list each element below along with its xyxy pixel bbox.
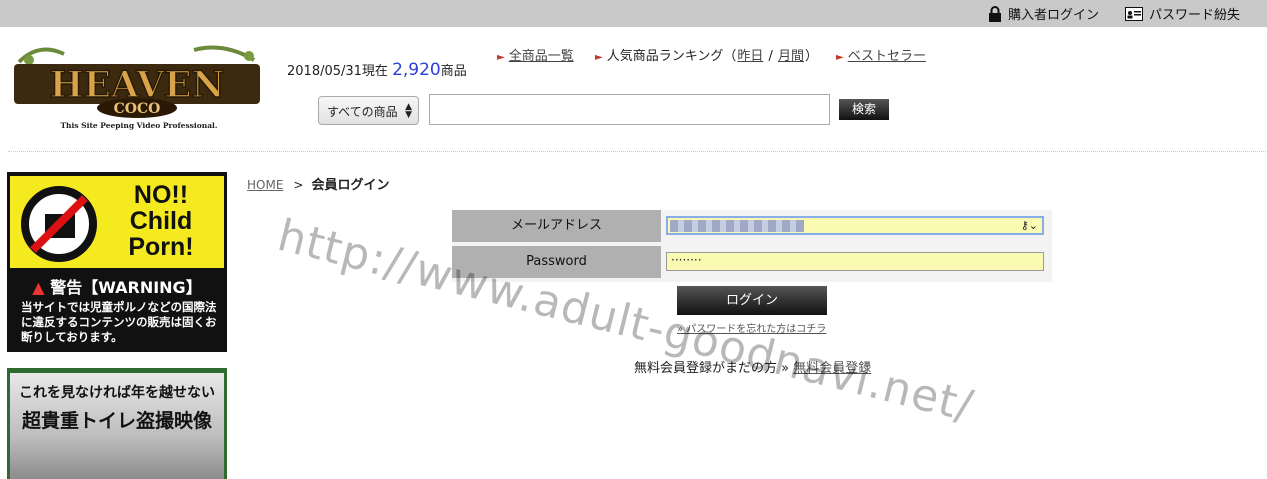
nav-all-products[interactable]: ► 全商品一覧 bbox=[497, 45, 574, 64]
prohibited-icon bbox=[21, 186, 97, 262]
warning-title-text: 警告【WARNING】 bbox=[50, 278, 202, 297]
bestseller-link[interactable]: ベストセラー bbox=[848, 49, 926, 64]
arrow-icon: ► bbox=[497, 52, 505, 63]
search-input[interactable] bbox=[429, 94, 830, 125]
breadcrumb-separator: > bbox=[293, 178, 304, 192]
site-logo[interactable]: HEAVEN COCO This Site Peeping Video Prof… bbox=[14, 42, 264, 132]
register-link[interactable]: 無料会員登録 bbox=[793, 361, 871, 376]
email-label: メールアドレス bbox=[452, 210, 661, 242]
count-number: 2,920 bbox=[392, 60, 441, 80]
product-count: 2018/05/31現在 2,920商品 bbox=[287, 60, 467, 80]
count-date: 2018/05/31現在 bbox=[287, 64, 388, 79]
register-prompt: 無料会員登録がまだの方 » 無料会員登録 bbox=[634, 357, 871, 376]
warning-title: ▲ 警告【WARNING】 bbox=[7, 274, 227, 298]
warning-text: 当サイトでは児童ポルノなどの国際法に違反するコンテンツの販売は固くお断りしており… bbox=[21, 300, 217, 344]
id-card-icon bbox=[1125, 6, 1143, 21]
ranking-yesterday-link[interactable]: 昨日 bbox=[737, 49, 763, 64]
buyer-login-link[interactable]: 購入者ログイン bbox=[988, 4, 1099, 23]
promo-line1: これを見なければ年を越せない bbox=[19, 385, 215, 401]
ranking-slash: / bbox=[764, 49, 777, 64]
login-button[interactable]: ログイン bbox=[677, 286, 827, 315]
no-child-porn-text: NO!! Child Porn! bbox=[128, 181, 194, 261]
password-lost-label: パスワード紛失 bbox=[1149, 8, 1241, 23]
buyer-login-label: 購入者ログイン bbox=[1008, 8, 1100, 23]
logo-tagline: This Site Peeping Video Professional. bbox=[60, 121, 217, 130]
password-field[interactable]: ········ bbox=[666, 252, 1044, 271]
arrow-icon: ► bbox=[836, 52, 844, 63]
search-button[interactable]: 検索 bbox=[839, 99, 889, 120]
password-lost-link[interactable]: パスワード紛失 bbox=[1125, 4, 1240, 23]
no-child-porn-banner[interactable]: NO!! Child Porn! ▲ 警告【WARNING】 当サイトでは児童ポ… bbox=[7, 172, 227, 352]
category-select[interactable]: すべての商品 ▲ ▼ bbox=[318, 96, 419, 125]
register-text: 無料会員登録がまだの方 » bbox=[634, 361, 790, 376]
email-value-redacted bbox=[670, 220, 804, 232]
top-bar: 購入者ログイン パスワード紛失 bbox=[0, 0, 1267, 27]
category-select-value: すべての商品 bbox=[327, 105, 398, 119]
login-form: メールアドレス ⚷⌄ Password ········ bbox=[452, 210, 1052, 282]
logo-subtext: COCO bbox=[114, 101, 161, 117]
promo-banner[interactable]: これを見なければ年を越せない 超貴重トイレ盗撮映像 bbox=[7, 368, 227, 479]
select-arrows-icon: ▲ ▼ bbox=[405, 102, 412, 120]
password-label: Password bbox=[452, 246, 661, 278]
ranking-monthly-link[interactable]: 月間 bbox=[778, 49, 804, 64]
email-field[interactable]: ⚷⌄ bbox=[666, 216, 1044, 235]
forgot-password-link[interactable]: » パスワードを忘れた方はコチラ bbox=[677, 320, 826, 335]
nav-bestseller[interactable]: ► ベストセラー bbox=[836, 45, 926, 64]
arrow-icon: ► bbox=[595, 52, 603, 63]
breadcrumb: HOME > 会員ログイン bbox=[247, 174, 389, 193]
lock-icon bbox=[989, 5, 1001, 22]
nav-ranking: ► 人気商品ランキング（昨日 / 月間） bbox=[595, 45, 818, 64]
promo-line2: 超貴重トイレ盗撮映像 bbox=[21, 410, 212, 432]
all-products-link[interactable]: 全商品一覧 bbox=[509, 49, 574, 64]
ranking-close: ） bbox=[805, 49, 819, 64]
breadcrumb-home[interactable]: HOME bbox=[247, 178, 283, 192]
breadcrumb-current: 会員ログイン bbox=[311, 178, 390, 193]
ranking-label: 人気商品ランキング（ bbox=[606, 49, 737, 64]
header-divider bbox=[8, 151, 1266, 152]
warning-triangle-icon: ▲ bbox=[32, 278, 45, 297]
key-icon[interactable]: ⚷⌄ bbox=[1021, 219, 1038, 232]
count-suffix: 商品 bbox=[440, 64, 467, 79]
